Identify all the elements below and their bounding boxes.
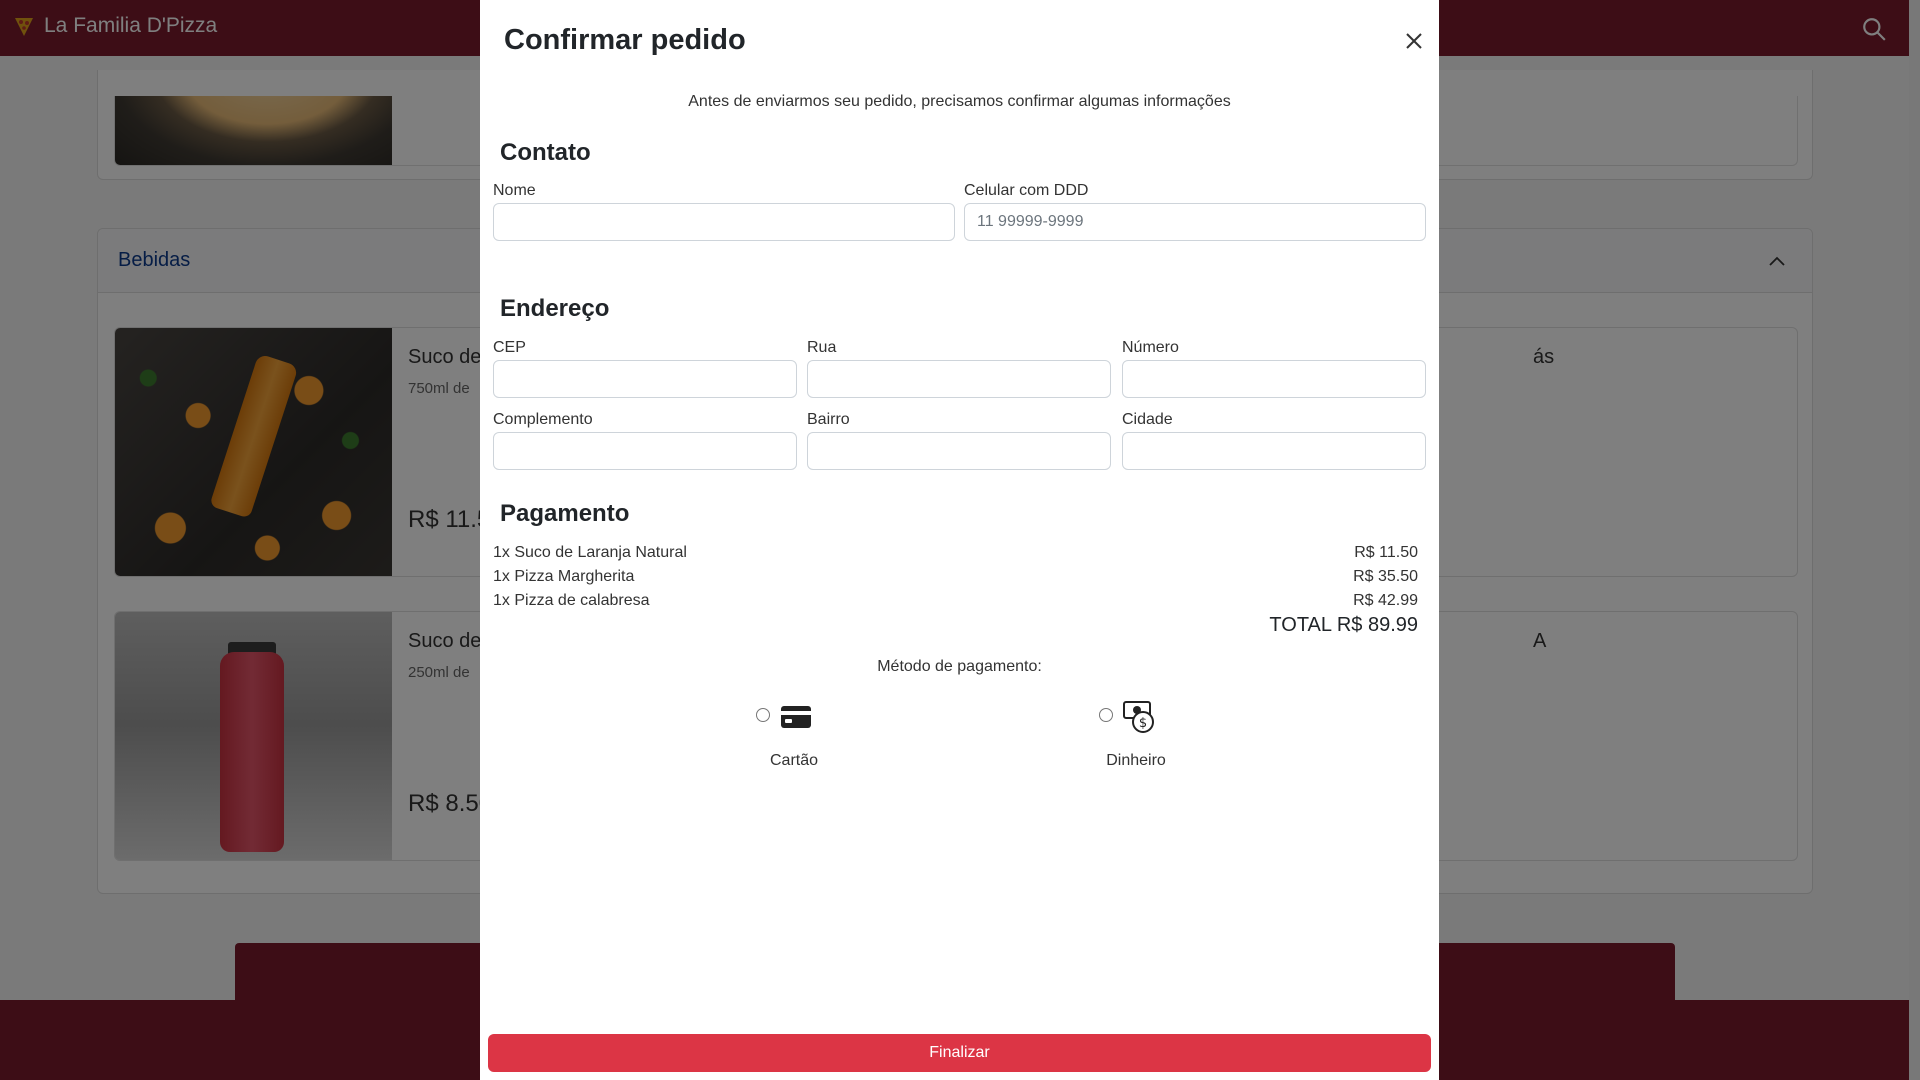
cidade-input[interactable] (1122, 432, 1426, 470)
order-line-price: R$ 42.99 (1353, 592, 1418, 609)
order-line-desc: 1x Suco de Laranja Natural (493, 544, 687, 561)
order-line-price: R$ 35.50 (1353, 568, 1418, 585)
name-input[interactable] (493, 203, 955, 241)
order-line-price: R$ 11.50 (1354, 544, 1418, 561)
modal-title: Confirmar pedido (504, 24, 746, 56)
complemento-input[interactable] (493, 432, 797, 470)
svg-text:$: $ (1139, 716, 1147, 731)
finish-button[interactable]: Finalizar (488, 1034, 1431, 1072)
phone-input[interactable] (964, 203, 1426, 241)
card-label[interactable]: Cartão (764, 752, 824, 770)
cidade-label: Cidade (1122, 411, 1173, 428)
close-icon[interactable] (1404, 31, 1424, 51)
order-line-desc: 1x Pizza Margherita (493, 568, 635, 585)
credit-card-icon[interactable] (780, 702, 812, 732)
card-radio[interactable] (756, 708, 770, 722)
endereco-heading: Endereço (500, 295, 610, 322)
bairro-input[interactable] (807, 432, 1111, 470)
cep-label: CEP (493, 339, 526, 356)
cash-icon[interactable]: $ (1123, 700, 1155, 734)
cash-radio[interactable] (1099, 708, 1113, 722)
payment-method-label: Método de pagamento: (877, 658, 1042, 675)
complemento-label: Complemento (493, 411, 593, 428)
numero-label: Número (1122, 339, 1179, 356)
bairro-label: Bairro (807, 411, 850, 428)
rua-input[interactable] (807, 360, 1111, 398)
order-line-desc: 1x Pizza de calabresa (493, 592, 650, 609)
pagamento-heading: Pagamento (500, 500, 630, 527)
phone-label: Celular com DDD (964, 182, 1089, 199)
order-total: TOTAL R$ 89.99 (1269, 614, 1418, 636)
numero-input[interactable] (1122, 360, 1426, 398)
rua-label: Rua (807, 339, 837, 356)
confirm-order-modal: Confirmar pedido Antes de enviarmos seu … (480, 0, 1439, 1080)
cash-label[interactable]: Dinheiro (1096, 752, 1176, 770)
cep-input[interactable] (493, 360, 797, 398)
contato-heading: Contato (500, 139, 591, 166)
name-label: Nome (493, 182, 536, 199)
modal-intro: Antes de enviarmos seu pedido, precisamo… (688, 93, 1231, 110)
